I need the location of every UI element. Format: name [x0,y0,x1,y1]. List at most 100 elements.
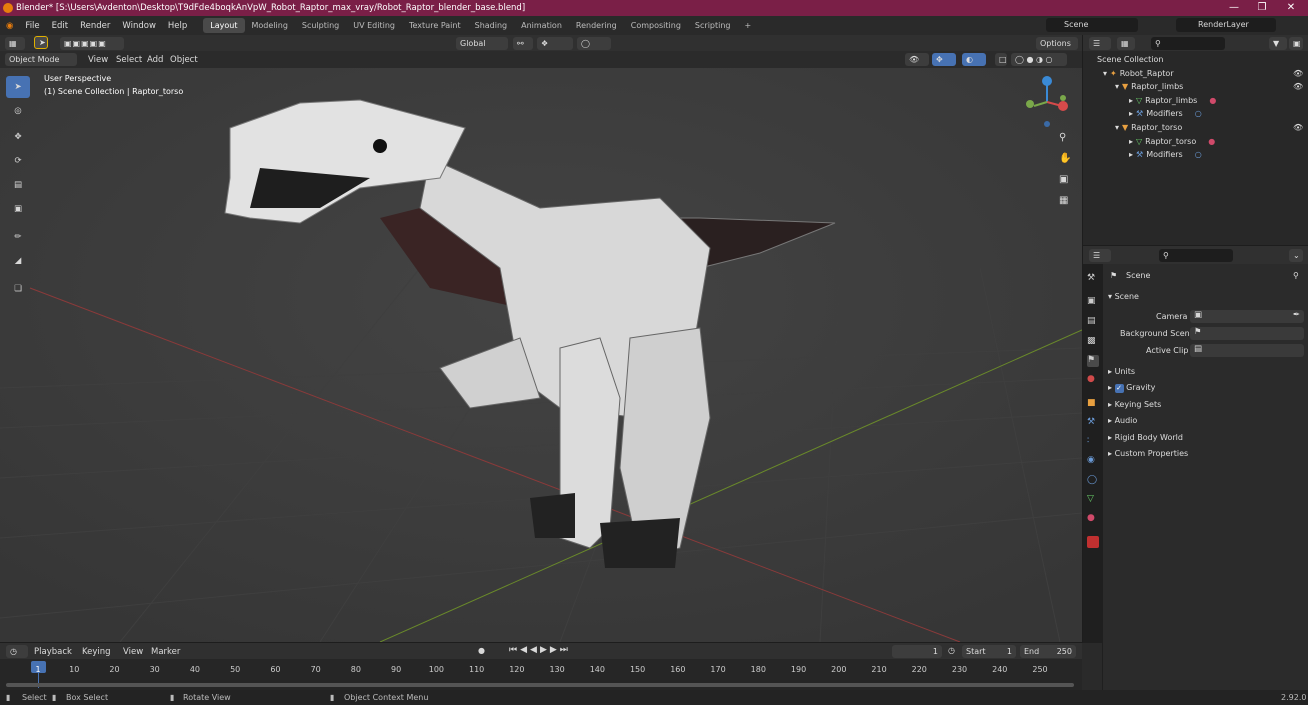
outliner-item-raptor-torso[interactable]: ▾ ▼ Raptor_torso 👁 [1083,121,1308,134]
audio-panel[interactable]: ▸ Audio [1108,416,1137,425]
gravity-panel[interactable]: ▸ ✓ Gravity [1108,383,1155,393]
keying-sets-panel[interactable]: ▸ Keying Sets [1108,400,1161,409]
background-scene-field[interactable]: ⚑ [1190,327,1304,340]
custom-properties-panel[interactable]: ▸ Custom Properties [1108,449,1188,458]
menu-edit[interactable]: Edit [46,21,74,31]
scene-tab-icon[interactable]: ⚑ [1087,355,1099,367]
gravity-checkbox[interactable]: ✓ [1114,384,1124,393]
outliner-item-robot-raptor[interactable]: ▾ ✦ Robot_Raptor 👁 [1083,67,1308,80]
outliner-root[interactable]: Scene Collection [1083,53,1308,66]
camera-field[interactable]: ▣ ✒ [1190,310,1304,323]
properties-options-icon[interactable]: ⌄ [1289,249,1303,262]
cursor-tool[interactable]: ◎ [6,100,30,122]
properties-search-input[interactable]: ⚲ [1159,249,1233,262]
object-tab-icon[interactable]: ■ [1087,398,1099,410]
units-panel[interactable]: ▸ Units [1108,367,1135,376]
end-frame-field[interactable]: End 250 [1020,645,1076,658]
eyedropper-icon[interactable]: ✒ [1293,310,1300,320]
timeline-scrollbar[interactable] [6,683,1074,687]
render-tab-icon[interactable]: ▣ [1087,296,1099,308]
tab-rendering[interactable]: Rendering [569,18,624,33]
scale-tool[interactable]: ▤ [6,174,30,196]
select-tool-icon[interactable]: ➤ [34,36,48,49]
outliner-item-torso-mesh[interactable]: ▸ ▽ Raptor_torso ● [1083,135,1308,148]
zoom-icon[interactable]: ⚲ [1059,132,1075,148]
outliner-search-input[interactable]: ⚲ [1151,37,1225,50]
mode-selector[interactable]: Object Mode [5,53,77,66]
maximize-icon[interactable]: ❐ [1250,0,1274,16]
tab-uv-editing[interactable]: UV Editing [346,18,402,33]
rotate-tool[interactable]: ⟳ [6,150,30,172]
transform-orientation[interactable]: Global [456,37,508,50]
pivot-icon[interactable]: ⚯ [513,37,533,50]
transform-tool[interactable]: ▣ [6,198,30,220]
menu-render[interactable]: Render [74,21,116,31]
tab-sculpting[interactable]: Sculpting [295,18,346,33]
timeline-editor-icon[interactable]: ◷ [6,645,28,658]
outliner-item-torso-modifiers[interactable]: ▸ ⚒ Modifiers ○ [1083,148,1308,161]
robot-raptor-model[interactable] [0,68,1082,642]
pan-hand-icon[interactable]: ✋ [1059,153,1075,169]
tab-compositing[interactable]: Compositing [624,18,688,33]
data-tab-icon[interactable]: ▽ [1087,494,1099,506]
options-dropdown[interactable]: Options [1036,37,1078,50]
minimize-icon[interactable]: — [1222,0,1246,16]
proportional-edit-icon[interactable]: ◯ [577,37,611,50]
tool-tab-icon[interactable]: ⚒ [1087,273,1099,285]
overlay-icon[interactable]: ◐ [962,53,986,66]
pin-icon[interactable]: ⚲ [1293,271,1299,280]
menu-file[interactable]: File [19,21,45,31]
blender-menu-icon[interactable]: ◉ [0,21,19,31]
display-mode-icon[interactable]: ▦ [1117,37,1135,50]
menu-window[interactable]: Window [116,21,162,31]
shading-mode-icons[interactable]: ◯ ● ◑ ○ [1011,53,1067,66]
move-tool[interactable]: ✥ [6,126,30,148]
physics-tab-icon[interactable]: ◉ [1087,455,1099,467]
tab-scripting[interactable]: Scripting [688,18,738,33]
constraints-tab-icon[interactable]: ◯ [1087,475,1099,487]
gizmo-icon[interactable]: ✥ [932,53,956,66]
measure-tool[interactable]: ◢ [6,250,30,272]
eye-icon[interactable]: 👁 [1293,82,1303,91]
close-icon[interactable]: ✕ [1279,0,1303,16]
tab-modeling[interactable]: Modeling [245,18,295,33]
scene-selector[interactable]: Scene [1046,18,1138,32]
selection-mode-icons[interactable]: ▣▣▣▣▣ [60,37,124,50]
view-layer-selector[interactable]: RenderLayer [1176,18,1276,32]
tab-shading[interactable]: Shading [468,18,515,33]
3d-viewport[interactable]: User Perspective (1) Scene Collection | … [0,68,1082,642]
eye-icon[interactable]: 👁 [1293,123,1303,132]
start-frame-field[interactable]: Start 1 [962,645,1016,658]
view-layer-tab-icon[interactable]: ▩ [1087,336,1099,348]
new-collection-icon[interactable]: ▣ [1289,37,1303,50]
outliner-editor-icon[interactable]: ☰ [1089,37,1111,50]
modifier-tab-icon[interactable]: ⚒ [1087,417,1099,429]
outliner-item-raptor-limbs[interactable]: ▾ ▼ Raptor_limbs 👁 [1083,80,1308,93]
snap-icon[interactable]: ❖ [537,37,573,50]
outliner-item-limbs-modifiers[interactable]: ▸ ⚒ Modifiers ○ [1083,107,1308,120]
grid-view-icon[interactable]: ▦ [1059,195,1075,211]
scene-panel-header[interactable]: ▾ Scene [1108,292,1139,301]
tab-layout[interactable]: Layout [203,18,245,33]
playback-controls[interactable]: ⏮◀◀▶▶⏭ [509,645,571,655]
active-clip-field[interactable]: ▤ [1190,344,1304,357]
navigation-gizmo[interactable] [1022,74,1072,134]
menu-keying[interactable]: Keying [76,647,117,657]
visibility-icon[interactable]: 👁 [905,53,929,66]
texture-tab-icon[interactable] [1087,536,1099,548]
editor-type-icon[interactable]: ▦ [5,37,25,50]
select-box-tool[interactable]: ➤ [6,76,30,98]
current-frame-field[interactable]: 1 [892,645,942,658]
particles-tab-icon[interactable]: ∶ [1087,436,1099,448]
material-tab-icon[interactable]: ● [1087,513,1099,525]
eye-icon[interactable]: 👁 [1293,69,1303,78]
tab-texture-paint[interactable]: Texture Paint [402,18,468,33]
record-icon[interactable]: ● [478,646,485,655]
menu-marker[interactable]: Marker [145,647,186,657]
menu-help[interactable]: Help [162,21,193,31]
viewport-menu-object[interactable]: Object [164,55,204,65]
stopwatch-icon[interactable]: ◷ [948,646,955,655]
world-tab-icon[interactable]: ● [1087,374,1099,386]
outliner-item-limbs-mesh[interactable]: ▸ ▽ Raptor_limbs ● [1083,94,1308,107]
annotate-tool[interactable]: ✏ [6,226,30,248]
